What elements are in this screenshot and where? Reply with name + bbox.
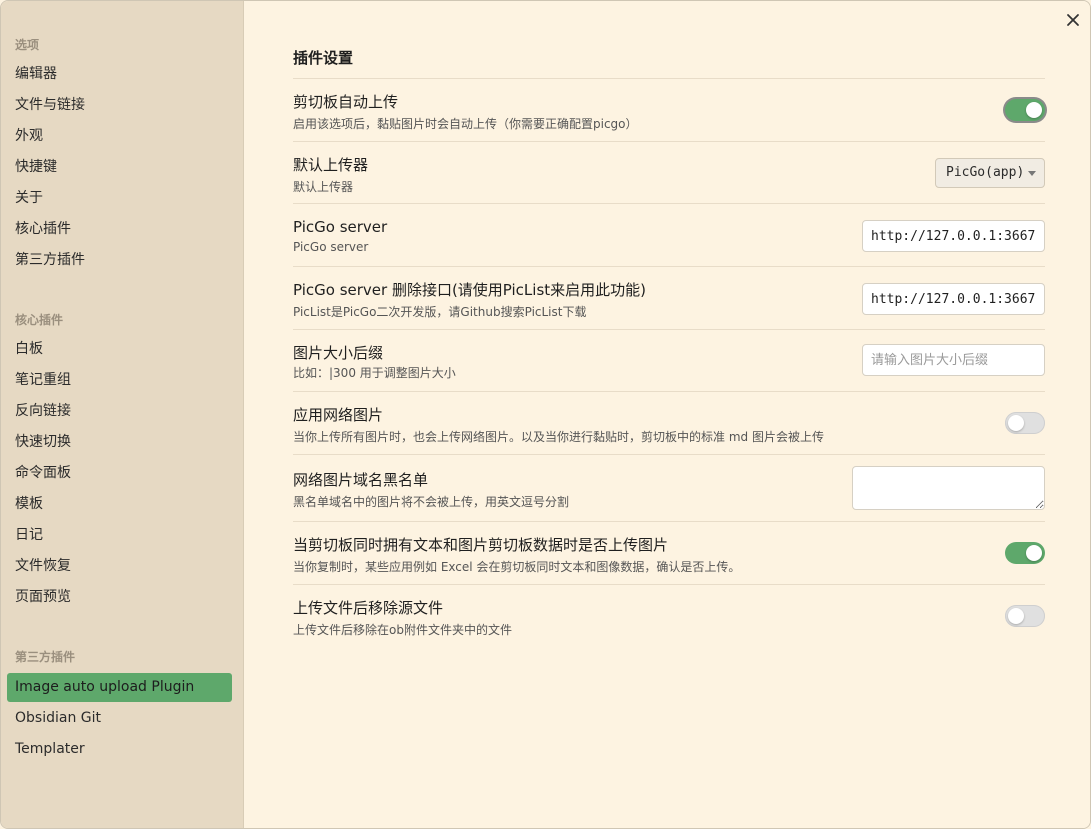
sidebar-group-core: 核心插件 xyxy=(15,313,64,327)
setting-network-images: 应用网络图片 当你上传所有图片时，也会上传网络图片。以及当你进行黏贴时，剪切板中… xyxy=(293,391,1045,455)
sidebar-group-options: 选项 xyxy=(15,38,40,52)
select-value: PicGo(app) xyxy=(946,165,1025,180)
close-button[interactable] xyxy=(1062,9,1084,31)
toggle-knob xyxy=(1008,415,1024,431)
sidebar-item-page-preview[interactable]: 页面预览 xyxy=(7,583,232,612)
sidebar-item-canvas[interactable]: 白板 xyxy=(7,335,232,364)
setting-picgo-delete-server: PicGo server 删除接口(请使用PicList来启用此功能) PicL… xyxy=(293,266,1045,330)
sidebar-item-core-plugins[interactable]: 核心插件 xyxy=(7,215,232,244)
sidebar-item-note-composer[interactable]: 笔记重组 xyxy=(7,366,232,395)
sidebar-item-editor[interactable]: 编辑器 xyxy=(7,60,232,89)
page-title: 插件设置 xyxy=(293,49,354,67)
domain-blacklist-textarea[interactable] xyxy=(852,466,1045,510)
sidebar-item-command-palette[interactable]: 命令面板 xyxy=(7,459,232,488)
setting-upload-on-mixed-clipboard: 当剪切板同时拥有文本和图片剪切板数据时是否上传图片 当你复制时，某些应用例如 E… xyxy=(293,521,1045,585)
picgo-server-input[interactable] xyxy=(862,220,1045,252)
delete-source-after-upload-toggle[interactable] xyxy=(1005,605,1045,627)
setting-name: 应用网络图片 xyxy=(293,406,384,424)
setting-desc: 上传文件后移除在ob附件文件夹中的文件 xyxy=(293,623,512,637)
setting-desc: 启用该选项后，黏贴图片时会自动上传（你需要正确配置picgo） xyxy=(293,117,638,131)
image-size-suffix-input[interactable] xyxy=(862,344,1045,376)
setting-desc: 当你复制时，某些应用例如 Excel 会在剪切板同时文本和图像数据，确认是否上传… xyxy=(293,560,741,574)
sidebar-item-appearance[interactable]: 外观 xyxy=(7,122,232,151)
setting-desc: 当你上传所有图片时，也会上传网络图片。以及当你进行黏贴时，剪切板中的标准 md … xyxy=(293,430,824,444)
setting-domain-blacklist: 网络图片域名黑名单 黑名单域名中的图片将不会被上传，用英文逗号分割 xyxy=(293,454,1045,522)
sidebar-item-templates[interactable]: 模板 xyxy=(7,490,232,519)
setting-picgo-server: PicGo server PicGo server xyxy=(293,203,1045,267)
setting-desc: 默认上传器 xyxy=(293,180,354,194)
close-icon xyxy=(1067,14,1079,26)
setting-default-uploader: 默认上传器 默认上传器 PicGo(app) xyxy=(293,141,1045,204)
default-uploader-select[interactable]: PicGo(app) xyxy=(935,158,1045,188)
setting-desc: PicGo server xyxy=(293,240,369,254)
toggle-knob xyxy=(1026,545,1042,561)
toggle-knob xyxy=(1026,102,1042,118)
setting-name: 当剪切板同时拥有文本和图片剪切板数据时是否上传图片 xyxy=(293,536,669,554)
sidebar-item-quick-switcher[interactable]: 快速切换 xyxy=(7,428,232,457)
settings-sidebar: 选项 编辑器 文件与链接 外观 快捷键 关于 核心插件 第三方插件 核心插件 白… xyxy=(1,1,244,828)
sidebar-item-templater[interactable]: Templater xyxy=(7,735,232,764)
sidebar-group-third-party: 第三方插件 xyxy=(15,650,76,664)
sidebar-item-about[interactable]: 关于 xyxy=(7,184,232,213)
network-images-toggle[interactable] xyxy=(1005,412,1045,434)
setting-name: 默认上传器 xyxy=(293,156,369,174)
sidebar-item-backlinks[interactable]: 反向链接 xyxy=(7,397,232,426)
setting-name: PicGo server xyxy=(293,218,388,236)
setting-name: 网络图片域名黑名单 xyxy=(293,471,429,489)
sidebar-item-obsidian-git[interactable]: Obsidian Git xyxy=(7,704,232,733)
sidebar-item-image-auto-upload[interactable]: Image auto upload Plugin xyxy=(7,673,232,702)
sidebar-item-community-plugins[interactable]: 第三方插件 xyxy=(7,246,232,275)
setting-image-size-suffix: 图片大小后缀 比如：|300 用于调整图片大小 xyxy=(293,329,1045,392)
setting-name: 图片大小后缀 xyxy=(293,344,384,362)
picgo-delete-server-input[interactable] xyxy=(862,283,1045,315)
setting-desc: 比如：|300 用于调整图片大小 xyxy=(293,366,456,380)
settings-window: 选项 编辑器 文件与链接 外观 快捷键 关于 核心插件 第三方插件 核心插件 白… xyxy=(0,0,1091,829)
upload-on-mixed-clipboard-toggle[interactable] xyxy=(1005,542,1045,564)
sidebar-item-file-recovery[interactable]: 文件恢复 xyxy=(7,552,232,581)
setting-name: 剪切板自动上传 xyxy=(293,93,399,111)
clipboard-auto-upload-toggle[interactable] xyxy=(1005,99,1045,121)
sidebar-item-daily-notes[interactable]: 日记 xyxy=(7,521,232,550)
chevron-down-icon xyxy=(1028,171,1036,176)
setting-name: PicGo server 删除接口(请使用PicList来启用此功能) xyxy=(293,281,647,299)
setting-desc: PicList是PicGo二次开发版，请Github搜索PicList下载 xyxy=(293,305,587,319)
sidebar-item-hotkeys[interactable]: 快捷键 xyxy=(7,153,232,182)
toggle-knob xyxy=(1008,608,1024,624)
setting-clipboard-auto-upload: 剪切板自动上传 启用该选项后，黏贴图片时会自动上传（你需要正确配置picgo） xyxy=(293,78,1045,142)
setting-name: 上传文件后移除源文件 xyxy=(293,599,444,617)
settings-content: 插件设置 剪切板自动上传 启用该选项后，黏贴图片时会自动上传（你需要正确配置pi… xyxy=(245,1,1090,828)
setting-desc: 黑名单域名中的图片将不会被上传，用英文逗号分割 xyxy=(293,495,570,509)
setting-delete-source-after-upload: 上传文件后移除源文件 上传文件后移除在ob附件文件夹中的文件 xyxy=(293,584,1045,645)
sidebar-item-files-links[interactable]: 文件与链接 xyxy=(7,91,232,120)
